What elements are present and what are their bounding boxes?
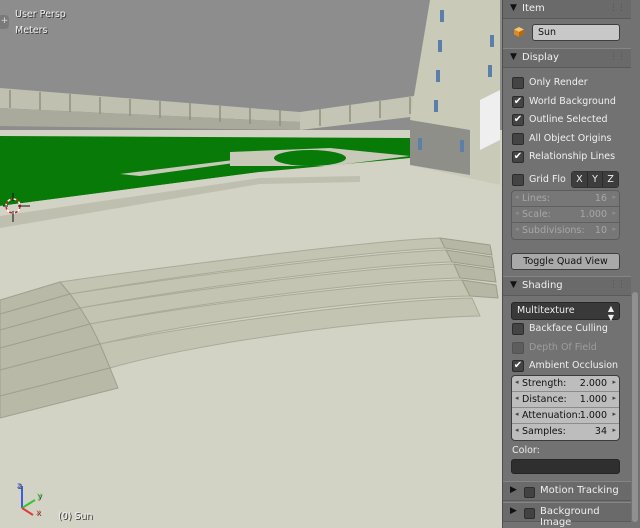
number-field-label: Subdivisions: — [522, 225, 585, 236]
increment-arrow-icon[interactable]: ▸ — [612, 394, 616, 402]
option-label: Relationship Lines — [529, 151, 616, 162]
option-label: All Object Origins — [529, 132, 612, 144]
increment-arrow-icon[interactable]: ▸ — [612, 378, 616, 386]
color-swatch[interactable] — [511, 459, 620, 474]
option-label: World Background — [529, 95, 616, 107]
viewport-plus-icon[interactable]: + — [0, 15, 9, 29]
increment-arrow-icon[interactable]: ▸ — [612, 209, 616, 217]
decrement-arrow-icon[interactable]: ◂ — [515, 394, 519, 402]
collapse-triangle-icon: ▼ — [510, 3, 517, 13]
dropdown-arrows-icon: ▲ ▼ — [607, 304, 614, 322]
axis-z-label: z — [17, 481, 22, 490]
ambient-occlusion-fields: ◂ Strength: 2.000 ▸ ◂ Distance: 1.000 ▸ ◂ Attenua… — [511, 375, 620, 441]
toggle-quad-view-button[interactable]: Toggle Quad View — [511, 253, 620, 270]
shading-panel-title: Shading — [522, 280, 563, 291]
number-field[interactable]: ◂ Scale: 1.000 ▸ — [512, 207, 619, 223]
decrement-arrow-icon[interactable]: ◂ — [515, 410, 519, 418]
number-field-label: Distance: — [522, 394, 567, 405]
collapse-triangle-icon: ▼ — [510, 52, 517, 62]
shading-mode-value: Multitexture — [517, 305, 575, 316]
grid-settings-fields: ◂ Lines: 16 ▸ ◂ Scale: 1.000 ▸ ◂ Subdivisions: 10 ▸ — [511, 190, 620, 240]
drag-grip-icon[interactable]: ⋮⋮ — [609, 280, 626, 290]
decrement-arrow-icon[interactable]: ◂ — [515, 378, 519, 386]
number-field[interactable]: ◂ Subdivisions: 10 ▸ — [512, 223, 619, 239]
number-field-label: Attenuation: — [522, 410, 581, 421]
active-object-label: (0) Sun — [58, 511, 93, 522]
object-name-field[interactable]: Sun — [532, 24, 620, 41]
increment-arrow-icon[interactable]: ▸ — [612, 193, 616, 201]
checkmark-icon[interactable]: ✔ — [512, 360, 524, 372]
number-field[interactable]: ◂ Strength: 2.000 ▸ — [512, 376, 619, 392]
3d-viewport[interactable]: + User Persp Meters (0) Sun z y x — [0, 0, 502, 528]
drag-grip-icon[interactable]: ⋮⋮ — [609, 52, 626, 62]
number-field-value: 10 — [594, 225, 607, 236]
item-panel-title: Item — [522, 3, 545, 14]
background-images-checkbox[interactable] — [524, 508, 535, 519]
number-field-value: 34 — [594, 426, 607, 437]
background-images-title: Background Image — [540, 506, 600, 528]
checkmark-icon[interactable]: ✔ — [512, 114, 524, 126]
shading-panel-header[interactable]: ▼ Shading ⋮⋮ — [503, 276, 631, 296]
option-label: Only Render — [529, 77, 588, 88]
checkbox-box[interactable] — [512, 77, 524, 89]
checkbox-box[interactable] — [512, 132, 524, 145]
number-field[interactable]: ◂ Samples: 34 ▸ — [512, 424, 619, 440]
checkbox-box[interactable] — [512, 341, 524, 354]
increment-arrow-icon[interactable]: ▸ — [612, 410, 616, 418]
grid-floor-label: Grid Flo — [529, 174, 566, 185]
object-cube-icon — [514, 27, 524, 37]
number-field-value: 1.000 — [579, 394, 607, 405]
grid-axis-x-button[interactable]: X — [572, 172, 588, 187]
checkbox-box[interactable] — [512, 323, 524, 335]
background-images-panel-header[interactable]: ▶ Background Image — [503, 502, 631, 528]
number-field[interactable]: ◂ Distance: 1.000 ▸ — [512, 392, 619, 408]
option-label: Backface Culling — [529, 323, 608, 334]
display-panel-title: Display — [522, 52, 559, 63]
checkbox-box[interactable] — [512, 174, 524, 186]
increment-arrow-icon[interactable]: ▸ — [612, 426, 616, 434]
axis-y-label: y — [37, 491, 42, 500]
decrement-arrow-icon[interactable]: ◂ — [515, 209, 519, 217]
option-label: Ambient Occlusion — [529, 360, 619, 371]
number-field-value: 1.000 — [579, 410, 607, 421]
number-field-label: Strength: — [522, 378, 567, 389]
decrement-arrow-icon[interactable]: ◂ — [515, 426, 519, 434]
option-label: Outline Selected — [529, 114, 608, 125]
color-label: Color: — [512, 445, 540, 456]
motion-tracking-checkbox[interactable] — [524, 487, 535, 498]
shading-mode-dropdown[interactable]: Multitexture ▲ ▼ — [511, 302, 620, 322]
motion-tracking-panel-header[interactable]: ▶ Motion Tracking — [503, 481, 631, 501]
number-field-value: 16 — [594, 193, 607, 204]
expand-triangle-icon: ▶ — [510, 506, 517, 516]
properties-panel: ▼ Item ⋮⋮ Sun ▼ Display ⋮⋮ Only Render ✔ W… — [502, 0, 640, 528]
grid-axis-y-button[interactable]: Y — [587, 172, 604, 187]
collapse-triangle-icon: ▼ — [510, 280, 517, 290]
number-field[interactable]: ◂ Lines: 16 ▸ — [512, 191, 619, 207]
grid-axis-z-button[interactable]: Z — [603, 172, 618, 187]
axis-x-label: x — [36, 508, 41, 517]
number-field-value: 1.000 — [579, 209, 607, 220]
option-label: Depth Of Field — [529, 341, 597, 353]
number-field-label: Samples: — [522, 426, 566, 437]
expand-triangle-icon: ▶ — [510, 485, 517, 495]
number-field-label: Scale: — [522, 209, 551, 220]
decrement-arrow-icon[interactable]: ◂ — [515, 193, 519, 201]
increment-arrow-icon[interactable]: ▸ — [612, 225, 616, 233]
panel-scrollbar[interactable] — [632, 292, 638, 522]
number-field-label: Lines: — [522, 193, 550, 204]
number-field[interactable]: ◂ Attenuation: 1.000 ▸ — [512, 408, 619, 424]
scene-render — [0, 0, 502, 528]
drag-grip-icon[interactable]: ⋮⋮ — [609, 3, 626, 13]
display-panel-header[interactable]: ▼ Display ⋮⋮ — [503, 48, 631, 68]
checkmark-icon[interactable]: ✔ — [512, 151, 524, 163]
checkmark-icon[interactable]: ✔ — [512, 95, 524, 108]
grid-axes-toggle: X Y Z — [571, 171, 619, 188]
item-panel-header[interactable]: ▼ Item ⋮⋮ — [503, 0, 631, 19]
decrement-arrow-icon[interactable]: ◂ — [515, 225, 519, 233]
number-field-value: 2.000 — [579, 378, 607, 389]
motion-tracking-title: Motion Tracking — [540, 485, 619, 496]
view-units-label: Meters — [15, 25, 48, 36]
view-perspective-label: User Persp — [15, 9, 66, 20]
